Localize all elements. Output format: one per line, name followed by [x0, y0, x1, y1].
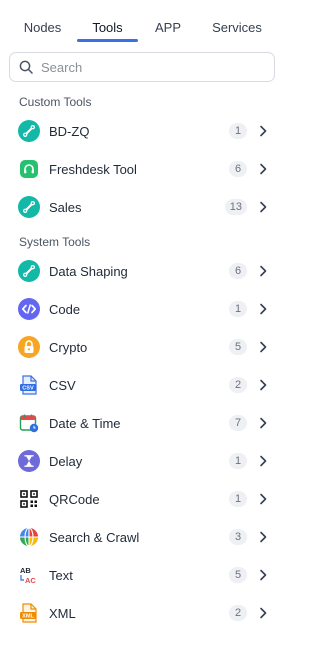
- lock-icon: [18, 336, 40, 358]
- tab-services[interactable]: Services: [198, 12, 276, 42]
- plug-icon: [18, 120, 40, 142]
- csv-icon: CSV: [18, 374, 40, 396]
- svg-text:AB: AB: [20, 566, 31, 575]
- count-badge: 2: [229, 605, 247, 621]
- tool-item-label: CSV: [49, 377, 76, 393]
- tool-item-label: Data Shaping: [49, 263, 128, 279]
- count-badge: 5: [229, 567, 247, 583]
- tab-tools-label: Tools: [92, 19, 123, 35]
- xml-icon: XML: [18, 602, 40, 624]
- plug-icon: [18, 260, 40, 282]
- chevron-right-icon: [260, 303, 267, 315]
- tool-item-delay[interactable]: Delay 1: [12, 444, 274, 478]
- tool-item-label: Freshdesk Tool: [49, 161, 137, 177]
- chevron-right-icon: [260, 341, 267, 353]
- count-badge: 2: [229, 377, 247, 393]
- tool-item-bd-zq[interactable]: BD-ZQ 1: [12, 114, 274, 148]
- tool-item-sales[interactable]: Sales 13: [12, 190, 274, 224]
- tool-item-code[interactable]: Code 1: [12, 292, 274, 326]
- search-box[interactable]: [9, 52, 275, 82]
- tool-item-label: QRCode: [49, 491, 100, 507]
- search-icon: [19, 60, 33, 74]
- tool-item-text[interactable]: AB AC Text 5: [12, 558, 274, 592]
- svg-text:CSV: CSV: [22, 386, 34, 392]
- tool-item-label: XML: [49, 605, 76, 621]
- tool-item-label: Code: [49, 301, 81, 317]
- count-badge: 1: [229, 491, 247, 507]
- tool-item-date-time[interactable]: Date & Time 7: [12, 406, 274, 440]
- section-title-system-tools: System Tools: [19, 235, 91, 249]
- chevron-right-icon: [260, 163, 267, 175]
- count-badge: 1: [229, 301, 247, 317]
- chevron-right-icon: [260, 493, 267, 505]
- svg-text:AC: AC: [25, 576, 36, 585]
- chevron-right-icon: [260, 531, 267, 543]
- chevron-right-icon: [260, 125, 267, 137]
- chevron-right-icon: [260, 417, 267, 429]
- count-badge: 3: [229, 529, 247, 545]
- globe-icon: [18, 526, 40, 548]
- tab-bar: Nodes Tools APP Services: [8, 12, 276, 42]
- chevron-right-icon: [260, 379, 267, 391]
- chevron-right-icon: [260, 201, 267, 213]
- count-badge: 13: [224, 199, 247, 215]
- count-badge: 6: [229, 161, 247, 177]
- tool-item-qrcode[interactable]: QRCode 1: [12, 482, 274, 516]
- code-icon: [18, 298, 40, 320]
- text-icon: AB AC: [18, 564, 40, 586]
- tool-item-label: Sales: [49, 199, 82, 215]
- count-badge: 1: [229, 453, 247, 469]
- hourglass-icon: [18, 450, 40, 472]
- chevron-right-icon: [260, 455, 267, 467]
- tool-item-label: Search & Crawl: [49, 529, 140, 545]
- tool-item-data-shaping[interactable]: Data Shaping 6: [12, 254, 274, 288]
- count-badge: 7: [229, 415, 247, 431]
- freshdesk-icon: [18, 158, 40, 180]
- tool-item-search-crawl[interactable]: Search & Crawl 3: [12, 520, 274, 554]
- tool-item-label: Crypto: [49, 339, 88, 355]
- section-title-custom-tools: Custom Tools: [19, 95, 92, 109]
- chevron-right-icon: [260, 607, 267, 619]
- chevron-right-icon: [260, 569, 267, 581]
- tool-item-freshdesk-tool[interactable]: Freshdesk Tool 6: [12, 152, 274, 186]
- tool-item-csv[interactable]: CSV CSV 2: [12, 368, 274, 402]
- chevron-right-icon: [260, 265, 267, 277]
- qrcode-icon: [18, 488, 40, 510]
- tool-item-label: Delay: [49, 453, 83, 469]
- tool-item-xml[interactable]: XML XML 2: [12, 596, 274, 630]
- tool-item-crypto[interactable]: Crypto 5: [12, 330, 274, 364]
- tab-app[interactable]: APP: [138, 12, 198, 42]
- tool-item-label: Date & Time: [49, 415, 121, 431]
- tool-item-label: Text: [49, 567, 73, 583]
- tool-item-label: BD-ZQ: [49, 123, 90, 139]
- tab-nodes[interactable]: Nodes: [8, 12, 77, 42]
- search-input[interactable]: [41, 59, 251, 75]
- count-badge: 1: [229, 123, 247, 139]
- count-badge: 5: [229, 339, 247, 355]
- tab-tools[interactable]: Tools: [77, 12, 138, 42]
- count-badge: 6: [229, 263, 247, 279]
- calendar-icon: [18, 412, 40, 434]
- plug-icon: [18, 196, 40, 218]
- svg-text:XML: XML: [22, 614, 34, 620]
